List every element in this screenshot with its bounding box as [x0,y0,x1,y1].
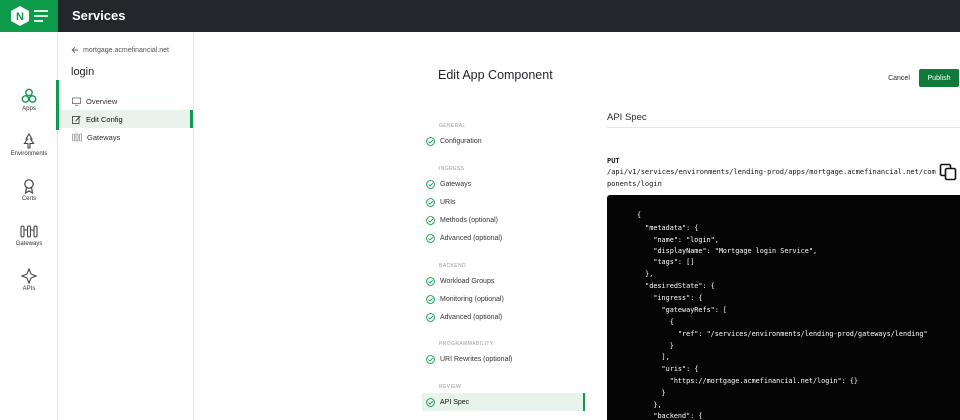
code-line: "name": "login", [637,236,719,244]
step-api-spec[interactable]: API Spec [422,393,585,411]
rail-label: Certs [21,196,37,202]
subnav-item-overview[interactable]: Overview [59,92,193,110]
step-workload-groups[interactable]: Workload Groups [422,272,585,290]
step-label: URIs [440,198,456,206]
code-line: "ingress": { [637,294,703,302]
edit-icon [72,115,81,124]
step-gateways[interactable]: Gateways [422,175,585,193]
step-label: Advanced (optional) [440,313,503,321]
certs-icon [24,179,34,194]
monitor-icon [72,97,81,106]
check-circle-icon [426,294,435,304]
step-label: Monitoring (optional) [440,295,504,303]
endpoint-path: /api/v1/services/environments/lending-pr… [607,168,936,188]
api-spec-title: API Spec [607,112,647,123]
step-ingress-advanced[interactable]: Advanced (optional) [422,229,585,247]
step-uri-rewrites[interactable]: URI Rewrites (optional) [422,350,585,368]
logo[interactable]: N [0,0,58,32]
check-circle-icon [426,397,435,407]
check-circle-icon [426,136,435,146]
code-line: "desiredState": { [637,282,715,290]
component-subnav: mortgage.acmefinancial.net login Overvie… [59,32,194,420]
logo-letter: N [16,11,24,23]
step-section-general: GENERAL [439,123,466,129]
code-line: { [637,318,674,326]
code-line: "ref": "/services/environments/lending-p… [637,330,928,338]
step-label: API Spec [440,398,470,406]
gateways-icon [20,225,38,238]
back-link[interactable]: mortgage.acmefinancial.net [71,46,169,54]
step-label: Gateways [440,180,472,188]
rail-label: Gateways [15,241,43,247]
environments-icon [23,133,35,149]
subnav-item-edit-config[interactable]: Edit Config [59,110,193,128]
code-line: "displayName": "Mortgage login Service", [637,247,818,255]
http-method: PUT [607,157,620,165]
wizard-steps: GENERAL Configuration INGRESS Gateways U… [422,0,586,420]
rail-item-apis[interactable]: APIs [0,268,58,308]
apis-icon [21,268,37,284]
step-monitoring[interactable]: Monitoring (optional) [422,290,585,308]
code-line: "https://mortgage.acmefinancial.net/logi… [637,377,858,385]
subnav-item-label: Edit Config [86,114,123,124]
apps-icon [21,88,37,103]
step-methods[interactable]: Methods (optional) [422,211,585,229]
copy-icon[interactable] [938,162,958,182]
check-circle-icon [426,215,435,225]
step-section-ingress: INGRESS [439,166,465,172]
step-section-programmability: PROGRAMMABILITY [439,341,494,347]
step-backend-advanced[interactable]: Advanced (optional) [422,308,585,326]
app-title: Services [72,8,126,23]
code-line: "metadata": { [637,224,699,232]
check-circle-icon [426,233,435,243]
step-label: Workload Groups [440,277,495,285]
menu-lines-icon [34,10,48,22]
code-line: } [637,389,666,397]
rail-label: Apps [22,106,36,112]
code-line: "uris": { [637,365,699,373]
step-uris[interactable]: URIs [422,193,585,211]
check-circle-icon [426,354,435,364]
check-circle-icon [426,312,435,322]
left-rail: Apps Environments Certs Gateways APIs [0,32,59,420]
rail-item-gateways[interactable]: Gateways [0,223,58,263]
code-line: }, [637,270,654,278]
back-link-label: mortgage.acmefinancial.net [83,46,169,54]
check-circle-icon [426,179,435,189]
code-line: ], [637,353,670,361]
step-label: Configuration [440,137,482,145]
check-circle-icon [426,197,435,207]
divider [607,127,960,128]
step-configuration[interactable]: Configuration [422,132,585,150]
check-circle-icon [426,276,435,286]
cancel-button[interactable]: Cancel [882,70,916,86]
step-section-backend: BACKEND [439,263,466,269]
arrow-left-icon [71,46,78,54]
code-line: "gatewayRefs": [ [637,306,728,314]
rail-item-certs[interactable]: Certs [0,178,58,218]
rail-item-environments[interactable]: Environments [0,133,58,173]
rail-label: Environments [10,151,48,157]
gateways-icon [72,133,82,141]
subnav-item-label: Overview [86,96,118,106]
step-label: Advanced (optional) [440,234,503,242]
subnav-item-gateways[interactable]: Gateways [59,128,193,146]
rail-label: APIs [22,286,36,292]
code-line: } [637,342,674,350]
step-label: URI Rewrites (optional) [440,355,513,363]
subnav-item-label: Gateways [87,132,121,142]
code-block[interactable]: { "metadata": { "name": "login", "displa… [607,195,960,420]
nginx-logo-icon: N [11,6,29,26]
step-label: Methods (optional) [440,216,498,224]
step-section-review: REVIEW [439,384,462,390]
code-line: "backend": { [637,412,703,420]
publish-button[interactable]: Publish [919,69,959,87]
code-line: "tags": [] [637,258,695,266]
code-line: { [637,211,642,219]
component-title: login [71,66,95,78]
rail-item-apps[interactable]: Apps [0,80,59,130]
code-line: }, [637,401,662,409]
